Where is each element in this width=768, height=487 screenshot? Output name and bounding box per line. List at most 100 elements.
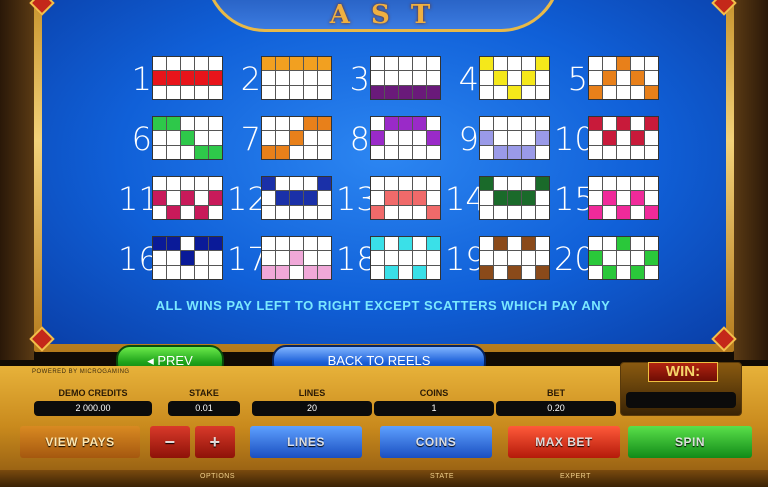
- pattern-cell: [617, 145, 630, 159]
- pattern-cell: [645, 191, 658, 205]
- pattern-cell: [508, 117, 521, 131]
- pattern-cell: [276, 57, 289, 71]
- pattern-cell: [195, 71, 208, 85]
- payline-number: 15: [554, 180, 595, 218]
- pattern-cell: [508, 205, 521, 219]
- pattern-cell: [290, 131, 303, 145]
- spin-button[interactable]: SPIN: [628, 426, 752, 458]
- pattern-cell: [290, 265, 303, 279]
- payline-item: 1: [118, 56, 228, 102]
- payline-item: 9: [445, 116, 555, 162]
- stake-plus-button[interactable]: +: [195, 426, 235, 458]
- pattern-cell: [480, 71, 493, 85]
- pattern-cell: [371, 131, 384, 145]
- pattern-cell: [371, 145, 384, 159]
- pattern-cell: [276, 145, 289, 159]
- pattern-cell: [371, 71, 384, 85]
- pattern-cell: [167, 85, 180, 99]
- pattern-cell: [508, 191, 521, 205]
- pattern-cell: [589, 117, 602, 131]
- pattern-cell: [494, 85, 507, 99]
- pattern-cell: [399, 85, 412, 99]
- lines-button[interactable]: LINES: [250, 426, 362, 458]
- pattern-cell: [413, 191, 426, 205]
- payline-item: 15: [554, 176, 664, 222]
- pattern-cell: [399, 57, 412, 71]
- pattern-cell: [304, 131, 317, 145]
- pattern-cell: [385, 205, 398, 219]
- max-bet-button[interactable]: MAX BET: [508, 426, 620, 458]
- view-pays-button[interactable]: VIEW PAYS: [20, 426, 140, 458]
- pattern-cell: [195, 85, 208, 99]
- pattern-cell: [209, 71, 222, 85]
- pattern-cell: [304, 251, 317, 265]
- pattern-cell: [589, 265, 602, 279]
- pattern-cell: [167, 191, 180, 205]
- pattern-cell: [195, 191, 208, 205]
- pattern-cell: [304, 191, 317, 205]
- pattern-cell: [385, 131, 398, 145]
- pattern-cell: [480, 145, 493, 159]
- pattern-cell: [195, 57, 208, 71]
- pattern-cell: [480, 177, 493, 191]
- pattern-cell: [589, 191, 602, 205]
- pattern-cell: [413, 265, 426, 279]
- pattern-cell: [631, 117, 644, 131]
- pattern-cell: [262, 251, 275, 265]
- pattern-cell: [385, 251, 398, 265]
- right-background: [734, 0, 768, 360]
- pattern-cell: [153, 177, 166, 191]
- pattern-cell: [536, 237, 549, 251]
- payline-number: 2: [240, 60, 261, 98]
- payline-item: 11: [118, 176, 228, 222]
- payline-item: 7: [227, 116, 337, 162]
- expert-tab[interactable]: EXPERT: [560, 473, 591, 480]
- pattern-cell: [522, 71, 535, 85]
- pattern-cell: [153, 251, 166, 265]
- pattern-cell: [427, 145, 440, 159]
- pattern-cell: [494, 205, 507, 219]
- pattern-cell: [399, 205, 412, 219]
- pattern-cell: [385, 145, 398, 159]
- pattern-cell: [494, 131, 507, 145]
- stake-minus-button[interactable]: −: [150, 426, 190, 458]
- pattern-cell: [645, 117, 658, 131]
- state-tab[interactable]: STATE: [430, 473, 454, 480]
- stake-value: 0.01: [168, 401, 240, 416]
- pattern-cell: [427, 117, 440, 131]
- payline-number: 3: [349, 60, 370, 98]
- pattern-cell: [290, 191, 303, 205]
- payline-item: 16: [118, 236, 228, 282]
- pattern-cell: [536, 117, 549, 131]
- pattern-cell: [371, 265, 384, 279]
- payline-pattern: [152, 236, 223, 280]
- pattern-cell: [290, 237, 303, 251]
- pattern-cell: [508, 85, 521, 99]
- pattern-cell: [290, 205, 303, 219]
- pattern-cell: [209, 117, 222, 131]
- pattern-cell: [645, 71, 658, 85]
- pattern-cell: [276, 191, 289, 205]
- pattern-cell: [276, 205, 289, 219]
- pattern-cell: [645, 85, 658, 99]
- pattern-cell: [522, 251, 535, 265]
- payline-pattern: [261, 176, 332, 220]
- pattern-cell: [603, 145, 616, 159]
- payline-pattern: [588, 236, 659, 280]
- payline-pattern: [479, 236, 550, 280]
- payline-number: 16: [118, 240, 159, 278]
- pattern-cell: [304, 265, 317, 279]
- pattern-cell: [209, 85, 222, 99]
- coins-button[interactable]: COINS: [380, 426, 492, 458]
- pattern-cell: [195, 251, 208, 265]
- pattern-cell: [427, 191, 440, 205]
- win-value: [626, 392, 736, 408]
- pattern-cell: [262, 265, 275, 279]
- options-tab[interactable]: OPTIONS: [200, 473, 235, 480]
- pattern-cell: [413, 71, 426, 85]
- pattern-cell: [536, 145, 549, 159]
- pattern-cell: [536, 205, 549, 219]
- pattern-cell: [262, 145, 275, 159]
- pattern-cell: [195, 131, 208, 145]
- pattern-cell: [645, 177, 658, 191]
